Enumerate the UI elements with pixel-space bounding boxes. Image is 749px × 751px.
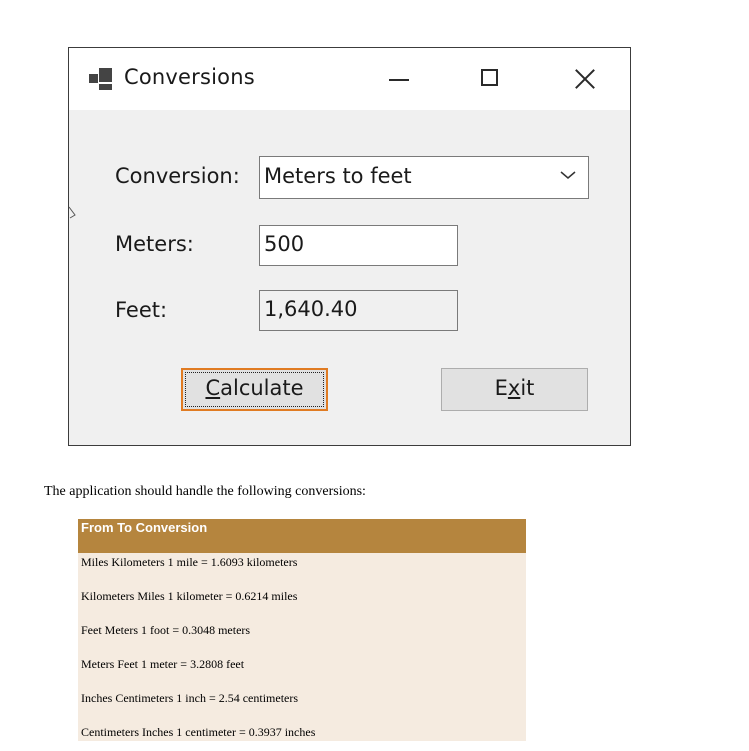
document-intro-text: The application should handle the follow… <box>44 484 366 499</box>
conversion-label: Conversion: <box>115 164 240 188</box>
conversions-window: Conversions Conversion: Meters to feet M… <box>68 47 631 446</box>
calculate-button[interactable]: Calculate <box>181 368 328 411</box>
window-title: Conversions <box>124 65 255 89</box>
table-row: Miles Kilometers 1 mile = 1.6093 kilomet… <box>78 553 526 587</box>
exit-label-suffix: it <box>520 376 535 400</box>
table-row: Kilometers Miles 1 kilometer = 0.6214 mi… <box>78 587 526 621</box>
mouse-cursor-icon <box>68 206 76 219</box>
meters-label: Meters: <box>115 232 194 256</box>
meters-input[interactable]: 500 <box>259 225 458 266</box>
conversion-selected-value: Meters to feet <box>264 164 412 188</box>
minimize-icon[interactable] <box>381 62 415 96</box>
table-row: Meters Feet 1 meter = 3.2808 feet <box>78 655 526 689</box>
exit-button[interactable]: Exit <box>441 368 588 411</box>
close-icon[interactable] <box>567 62 601 96</box>
feet-label: Feet: <box>115 298 168 322</box>
feet-output-value: 1,640.40 <box>264 297 358 321</box>
exit-label-prefix: E <box>494 376 508 400</box>
meters-input-value: 500 <box>264 232 305 256</box>
app-window-icon <box>89 68 115 90</box>
table-row: Centimeters Inches 1 centimeter = 0.3937… <box>78 723 526 741</box>
table-header: From To Conversion <box>78 519 526 553</box>
title-bar[interactable]: Conversions <box>69 48 630 110</box>
maximize-icon[interactable] <box>473 62 507 96</box>
feet-output: 1,640.40 <box>259 290 458 331</box>
table-row: Feet Meters 1 foot = 0.3048 meters <box>78 621 526 655</box>
focus-ring <box>185 372 324 407</box>
conversion-table: From To Conversion Miles Kilometers 1 mi… <box>78 519 526 741</box>
conversion-dropdown[interactable]: Meters to feet <box>259 156 589 199</box>
table-row: Inches Centimeters 1 inch = 2.54 centime… <box>78 689 526 723</box>
exit-mnemonic: x <box>507 376 521 400</box>
chevron-down-icon[interactable] <box>560 170 576 180</box>
